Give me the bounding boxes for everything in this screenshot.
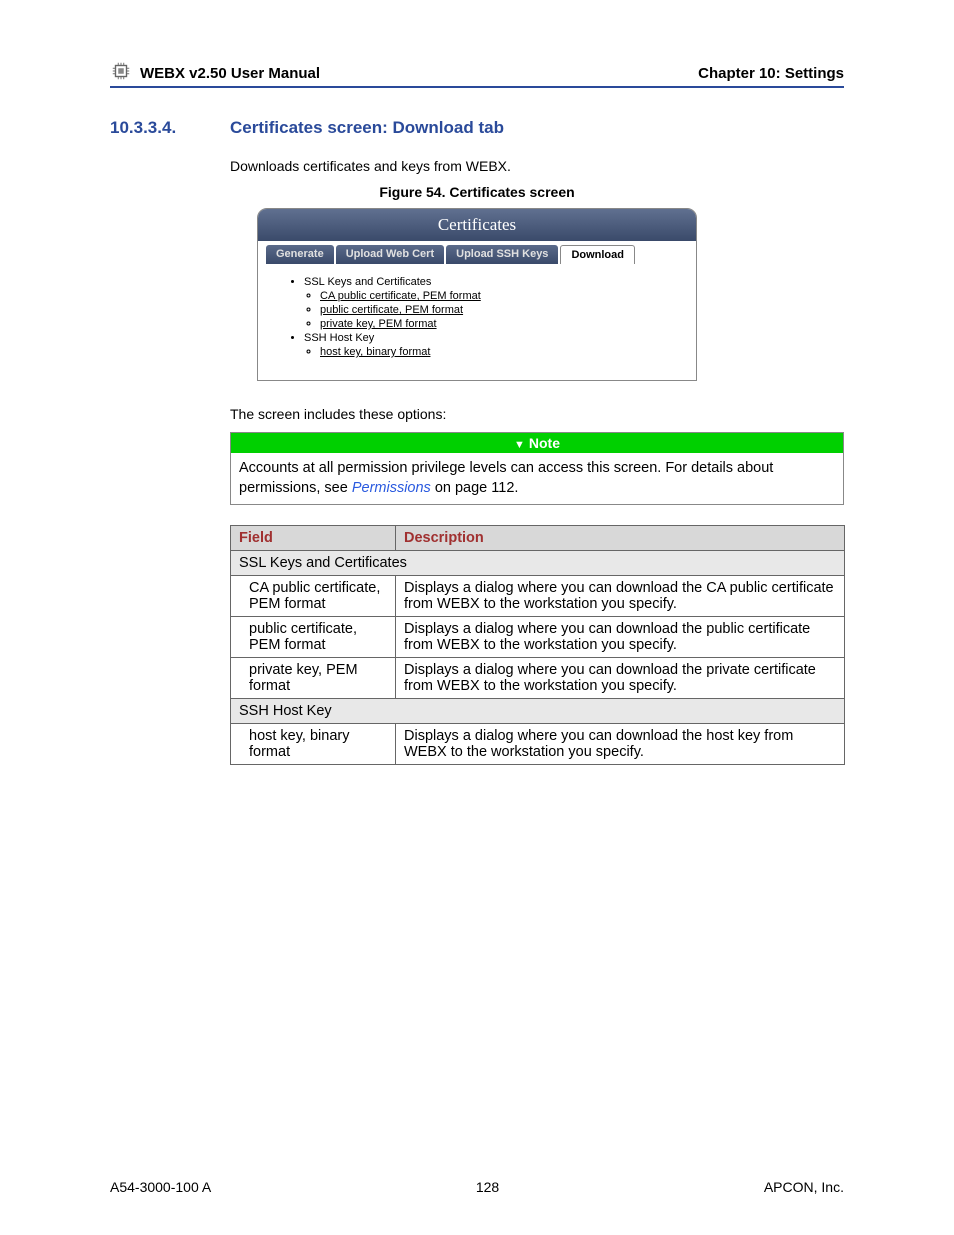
group-ssh-label: SSH Host Key: [304, 332, 374, 344]
manual-title: v2.50 User Manual: [189, 65, 320, 82]
list-item: private key, PEM format: [320, 318, 676, 330]
section-heading: 10.3.3.4. Certificates screen: Download …: [110, 118, 844, 138]
tab-download[interactable]: Download: [560, 245, 635, 264]
section-label: SSH Host Key: [231, 699, 845, 724]
list-item: host key, binary format: [320, 346, 676, 358]
field-name: public certificate, PEM format: [231, 617, 396, 658]
permissions-link[interactable]: Permissions: [352, 480, 431, 496]
field-name: private key, PEM format: [231, 658, 396, 699]
table-header-row: Field Description: [231, 526, 845, 551]
group-ssh: SSH Host Key host key, binary format: [304, 332, 676, 358]
intro-suffix: .: [507, 158, 511, 174]
table-row: public certificate, PEM format Displays …: [231, 617, 845, 658]
note-header: ▼ Note: [231, 433, 843, 453]
field-desc: Displays a dialog where you can download…: [396, 617, 845, 658]
section-title: Certificates screen: Download tab: [230, 118, 504, 138]
field-desc: Displays a dialog where you can download…: [396, 724, 845, 765]
section-label: SSL Keys and Certificates: [231, 551, 845, 576]
link-ca-public-cert[interactable]: CA public certificate, PEM format: [320, 290, 481, 302]
table-row: private key, PEM format Displays a dialo…: [231, 658, 845, 699]
note-text-after: on page 112.: [431, 480, 519, 496]
section-intro: Downloads certificates and keys from WEB…: [230, 158, 844, 174]
link-public-cert[interactable]: public certificate, PEM format: [320, 304, 463, 316]
section-number: 10.3.3.4.: [110, 118, 230, 138]
intro-app: WEBX: [466, 158, 507, 174]
link-host-key[interactable]: host key, binary format: [320, 346, 430, 358]
field-description-table: Field Description SSL Keys and Certifica…: [230, 525, 845, 765]
chapter-title: Chapter 10: Settings: [698, 65, 844, 82]
list-item: CA public certificate, PEM format: [320, 290, 676, 302]
field-desc: Displays a dialog where you can download…: [396, 576, 845, 617]
doc-number: A54-3000-100 A: [110, 1179, 211, 1195]
tab-upload-web-cert[interactable]: Upload Web Cert: [336, 245, 444, 264]
screenshot-content: SSL Keys and Certificates CA public cert…: [258, 264, 696, 380]
note-body: Accounts at all permission privilege lev…: [231, 453, 843, 504]
table-row: CA public certificate, PEM format Displa…: [231, 576, 845, 617]
link-private-key[interactable]: private key, PEM format: [320, 318, 437, 330]
page-number: 128: [476, 1179, 499, 1195]
product-name: WEBX: [140, 65, 185, 82]
table-section-ssh: SSH Host Key: [231, 699, 845, 724]
note-box: ▼ Note Accounts at all permission privile…: [230, 432, 844, 505]
page-header: WEBX v2.50 User Manual Chapter 10: Setti…: [110, 60, 844, 88]
col-field: Field: [231, 526, 396, 551]
group-ssl: SSL Keys and Certificates CA public cert…: [304, 276, 676, 330]
table-row: host key, binary format Displays a dialo…: [231, 724, 845, 765]
company-name: APCON, Inc.: [764, 1179, 844, 1195]
figure-caption: Figure 54. Certificates screen: [110, 184, 844, 200]
field-name: host key, binary format: [231, 724, 396, 765]
field-name: CA public certificate, PEM format: [231, 576, 396, 617]
note-label: Note: [529, 435, 560, 451]
note-arrow-icon: ▼: [514, 439, 525, 451]
col-description: Description: [396, 526, 845, 551]
options-intro: The screen includes these options:: [230, 406, 844, 422]
page-footer: A54-3000-100 A 128 APCON, Inc.: [110, 1179, 844, 1195]
certificates-screenshot: Certificates Generate Upload Web Cert Up…: [257, 208, 697, 381]
list-item: public certificate, PEM format: [320, 304, 676, 316]
intro-prefix: Downloads certificates and keys from: [230, 158, 466, 174]
screenshot-tabs: Generate Upload Web Cert Upload SSH Keys…: [258, 241, 696, 264]
tab-upload-ssh-keys[interactable]: Upload SSH Keys: [446, 245, 558, 264]
field-desc: Displays a dialog where you can download…: [396, 658, 845, 699]
chip-icon: [110, 60, 132, 82]
table-section-ssl: SSL Keys and Certificates: [231, 551, 845, 576]
tab-generate[interactable]: Generate: [266, 245, 334, 264]
header-left: WEBX v2.50 User Manual: [140, 65, 698, 82]
screenshot-title: Certificates: [258, 209, 696, 241]
group-ssl-label: SSL Keys and Certificates: [304, 276, 431, 288]
